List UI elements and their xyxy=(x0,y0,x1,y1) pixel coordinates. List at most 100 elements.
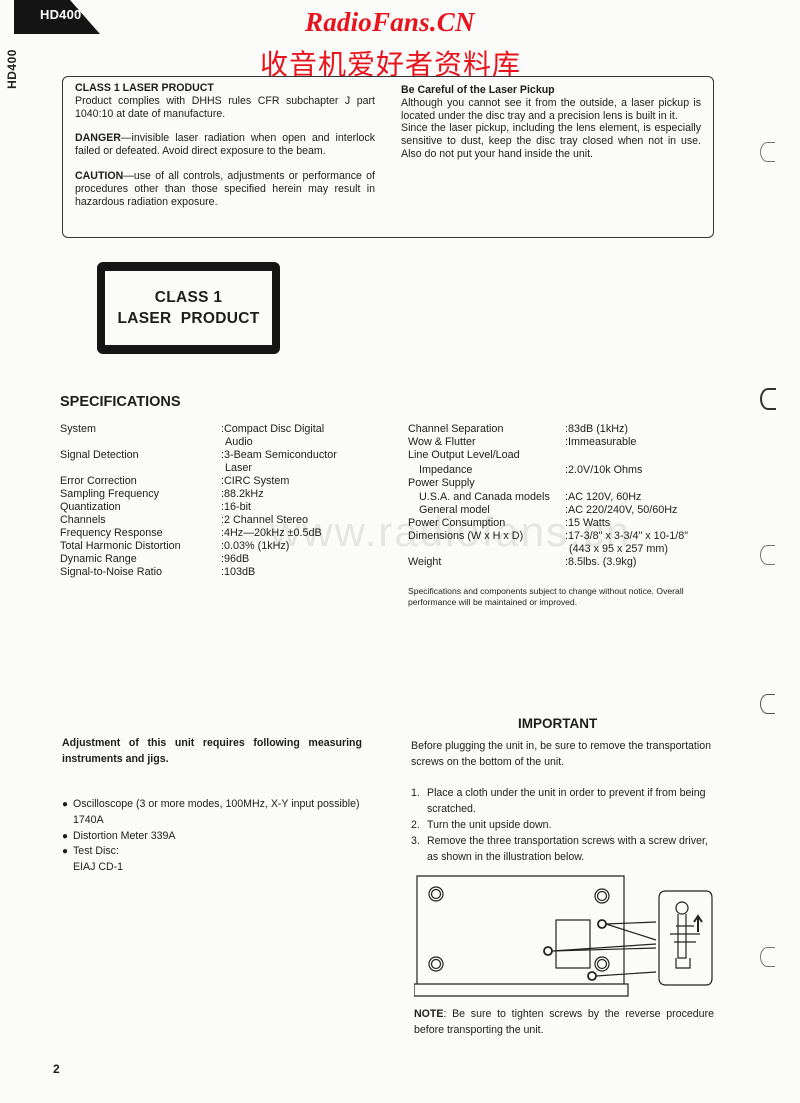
spec-key: Signal-to-Noise Ratio xyxy=(60,566,163,578)
spec-value: :4Hz—20kHz ±0.5dB xyxy=(221,527,322,539)
pickup-para-2: Since the laser pickup, including the le… xyxy=(401,122,701,160)
spec-row: U.S.A. and Canada models :AC 120V, 60Hz xyxy=(408,491,728,504)
spec-value-cont: Audio xyxy=(225,436,253,448)
spec-value-cont: Laser xyxy=(225,462,253,474)
list-item-text: Oscilloscope (3 or more modes, 100MHz, X… xyxy=(73,798,360,826)
class1-label-line2: LASER PRODUCT xyxy=(117,310,260,327)
punch-hole-mark xyxy=(760,142,775,162)
list-item: ● Test Disc: xyxy=(62,844,366,860)
list-item-text: Test Disc: xyxy=(73,845,119,858)
danger-text: —invisible laser radiation when open and… xyxy=(75,132,375,158)
spec-row: Frequency Response :4Hz—20kHz ±0.5dB xyxy=(60,527,390,540)
spec-key: Signal Detection xyxy=(60,449,139,461)
screw-icon xyxy=(597,919,607,929)
spec-row: Quantization:16-bit xyxy=(60,501,390,514)
spec-value: :15 Watts xyxy=(565,517,611,529)
spec-key: Error Correction xyxy=(60,475,137,487)
screw-icon xyxy=(543,946,553,956)
spec-key: U.S.A. and Canada models xyxy=(419,491,550,503)
pickup-para-1: Although you cannot see it from the outs… xyxy=(401,96,701,122)
spec-row: Signal Detection :3-Beam Semiconductor xyxy=(60,449,390,462)
laser-warning-left: CLASS 1 LASER PRODUCT Product complies w… xyxy=(75,82,375,220)
punch-hole-mark xyxy=(760,388,776,410)
punch-hole-mark xyxy=(760,545,775,565)
important-intro: Before plugging the unit in, be sure to … xyxy=(411,740,711,768)
step-number: 2. xyxy=(411,819,420,831)
spec-row: Dimensions (W x H x D) :17-3/8" x 3-3/4" … xyxy=(408,530,728,543)
list-item-subtext: EIAJ CD-1 xyxy=(73,861,124,874)
specs-right-table: Channel Separation :83dB (1kHz) Wow & Flu… xyxy=(408,423,728,569)
spec-key: Power Consumption xyxy=(408,517,506,529)
class1-heading: CLASS 1 LASER PRODUCT xyxy=(75,82,214,94)
important-steps: 1. Place a cloth under the unit in order … xyxy=(411,785,711,865)
danger-label: DANGER xyxy=(75,132,121,145)
spec-value: :CIRC System xyxy=(221,475,290,487)
specifications-title: SPECIFICATIONS xyxy=(60,394,181,410)
adjustment-heading: Adjustment of this unit requires followi… xyxy=(62,737,362,765)
step-item: 3. Remove the three transportation screws… xyxy=(411,833,711,865)
spec-row: Weight:8.5lbs. (3.9kg) xyxy=(408,556,728,569)
class1-laser-label-inner: CLASS 1 LASER PRODUCT xyxy=(105,271,272,345)
spec-key: Total Harmonic Distortion xyxy=(60,540,181,552)
laser-pickup-notice: Be Careful of the Laser Pickup Although … xyxy=(401,84,701,161)
spec-value: :2 Channel Stereo xyxy=(221,514,309,526)
step-text: Place a cloth under the unit in order to… xyxy=(427,787,706,815)
spec-key: Dimensions (W x H x D) xyxy=(408,530,524,542)
spec-key: Frequency Response xyxy=(60,527,163,539)
step-number: 3. xyxy=(411,835,420,847)
specifications-note: Specifications and components subject to… xyxy=(408,586,684,607)
spec-key: Channels xyxy=(60,514,106,526)
spec-key: General model xyxy=(419,504,490,516)
spec-row: Power Supply xyxy=(408,477,728,490)
spec-value: :0.03% (1kHz) xyxy=(221,540,290,552)
spec-value-cont: (443 x 95 x 257 mm) xyxy=(569,543,669,555)
punch-hole-mark xyxy=(760,694,775,714)
bullet-icon: ● xyxy=(62,799,69,810)
spec-key: Line Output Level/Load xyxy=(408,449,520,461)
spec-row: System:Compact Disc Digital xyxy=(60,423,390,436)
arrow-up-icon xyxy=(693,914,703,932)
pickup-heading: Be Careful of the Laser Pickup xyxy=(401,84,555,96)
spec-row: Wow & Flutter :Immeasurable xyxy=(408,436,728,449)
spec-value: :17-3/8" x 3-3/4" x 10-1/8" xyxy=(565,530,689,542)
step-item: 2. Turn the unit upside down. xyxy=(411,817,711,833)
spec-row: Dynamic Range:96dB xyxy=(60,553,390,566)
important-title: IMPORTANT xyxy=(518,716,598,731)
spec-value: :AC 220/240V, 50/60Hz xyxy=(565,504,678,516)
spec-value: :AC 120V, 60Hz xyxy=(565,491,642,503)
spec-value: :3-Beam Semiconductor xyxy=(221,449,337,461)
spec-key: Dynamic Range xyxy=(60,553,137,565)
screw-head-icon xyxy=(675,901,689,915)
list-item: ● Distortion Meter 339A xyxy=(62,829,366,845)
label-plate xyxy=(555,919,591,969)
bullet-icon: ● xyxy=(62,846,69,858)
specs-left-table: System:Compact Disc Digital Audio Signal… xyxy=(60,423,390,579)
spec-row: General model :AC 220/240V, 50/60Hz xyxy=(408,504,728,517)
spec-key: Impedance xyxy=(419,463,473,476)
spec-row: Total Harmonic Distortion :0.03% (1kHz) xyxy=(60,540,390,553)
spec-key: Sampling Frequency xyxy=(60,488,160,500)
spec-row: Channels :2 Channel Stereo xyxy=(60,514,390,527)
spec-value: :2.0V/10k Ohms xyxy=(565,463,643,476)
spec-row-cont: Audio xyxy=(60,436,390,449)
instrument-list: ● Oscilloscope (3 or more modes, 100MHz,… xyxy=(62,797,366,876)
spec-value: :Immeasurable xyxy=(565,436,637,448)
spec-value: :103dB xyxy=(221,566,256,578)
spec-row: Impedance :2.0V/10k Ohms xyxy=(408,464,728,477)
spec-row: Channel Separation :83dB (1kHz) xyxy=(408,423,728,436)
spec-value: :83dB (1kHz) xyxy=(565,423,629,435)
spec-key: Wow & Flutter xyxy=(408,436,476,448)
spec-key: Channel Separation xyxy=(408,423,504,435)
spec-row-cont: Laser xyxy=(60,462,390,475)
step-number: 1. xyxy=(411,787,420,799)
page-number: 2 xyxy=(53,1062,60,1076)
spec-key: System xyxy=(60,423,96,435)
spec-row: Signal-to-Noise Ratio :103dB xyxy=(60,566,390,579)
watermark-title: RadioFans.CN xyxy=(305,7,475,37)
transport-note: NOTE: Be sure to tighten screws by the r… xyxy=(414,1007,714,1038)
spec-key: Quantization xyxy=(60,501,121,513)
spec-row: Sampling Frequency:88.2kHz xyxy=(60,488,390,501)
punch-hole-mark xyxy=(760,947,775,967)
spec-row: Power Consumption :15 Watts xyxy=(408,517,728,530)
step-item: 1. Place a cloth under the unit in order … xyxy=(411,785,711,817)
